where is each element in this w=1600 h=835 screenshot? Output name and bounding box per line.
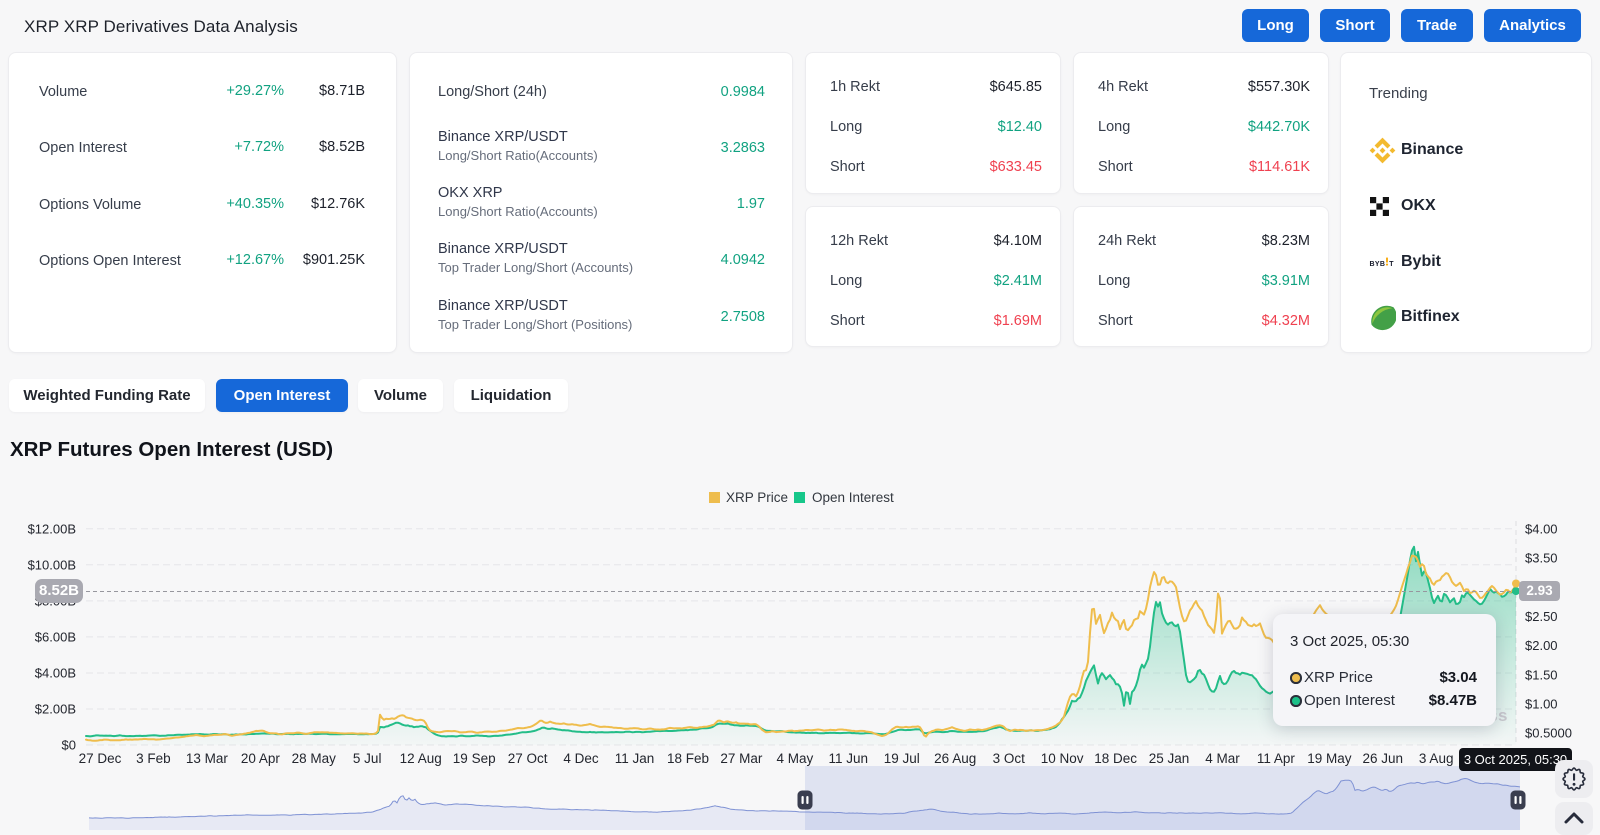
svg-text:$0: $0 — [62, 738, 76, 753]
svg-text:3 Feb: 3 Feb — [136, 751, 171, 766]
svg-text:$4.00B: $4.00B — [35, 666, 76, 681]
svg-text:$3.50: $3.50 — [1525, 551, 1558, 566]
svg-text:$1.50: $1.50 — [1525, 667, 1558, 682]
svg-text:10 Nov: 10 Nov — [1041, 751, 1084, 766]
svg-text:XRP Price: XRP Price — [726, 490, 788, 505]
svg-text:11 Jan: 11 Jan — [615, 751, 655, 766]
svg-text:13 Mar: 13 Mar — [186, 751, 229, 766]
svg-text:5 Jul: 5 Jul — [353, 751, 382, 766]
svg-text:27 Mar: 27 Mar — [720, 751, 763, 766]
svg-text:$0.5000: $0.5000 — [1525, 726, 1572, 741]
svg-text:18 Dec: 18 Dec — [1094, 751, 1137, 766]
svg-text:20 Apr: 20 Apr — [241, 751, 281, 766]
svg-text:25 Jan: 25 Jan — [1149, 751, 1190, 766]
svg-text:3 Oct: 3 Oct — [993, 751, 1026, 766]
svg-text:19 Sep: 19 Sep — [453, 751, 496, 766]
svg-text:Open Interest: Open Interest — [812, 490, 894, 505]
svg-text:11 Jun: 11 Jun — [829, 751, 869, 766]
svg-text:4 Mar: 4 Mar — [1205, 751, 1240, 766]
svg-text:27 Oct: 27 Oct — [508, 751, 548, 766]
svg-text:4 May: 4 May — [777, 751, 814, 766]
svg-text:$2.00: $2.00 — [1525, 638, 1558, 653]
svg-text:$1.00: $1.00 — [1525, 697, 1558, 712]
svg-text:$6.00B: $6.00B — [35, 629, 76, 644]
svg-text:18 Feb: 18 Feb — [667, 751, 709, 766]
svg-text:26 Aug: 26 Aug — [934, 751, 976, 766]
svg-text:19 Jul: 19 Jul — [884, 751, 920, 766]
svg-text:$12.00B: $12.00B — [28, 521, 76, 536]
svg-text:$4.00: $4.00 — [1525, 521, 1558, 536]
svg-text:$10.00B: $10.00B — [28, 557, 76, 572]
svg-text:$2.00B: $2.00B — [35, 702, 76, 717]
svg-text:4 Dec: 4 Dec — [563, 751, 599, 766]
svg-text:3 Aug: 3 Aug — [1419, 751, 1454, 766]
svg-text:12 Aug: 12 Aug — [400, 751, 442, 766]
svg-text:26 Jun: 26 Jun — [1363, 751, 1404, 766]
svg-text:$2.50: $2.50 — [1525, 609, 1558, 624]
svg-text:19 May: 19 May — [1307, 751, 1352, 766]
svg-text:28 May: 28 May — [292, 751, 337, 766]
svg-text:27 Dec: 27 Dec — [79, 751, 122, 766]
svg-text:11 Apr: 11 Apr — [1257, 751, 1296, 766]
